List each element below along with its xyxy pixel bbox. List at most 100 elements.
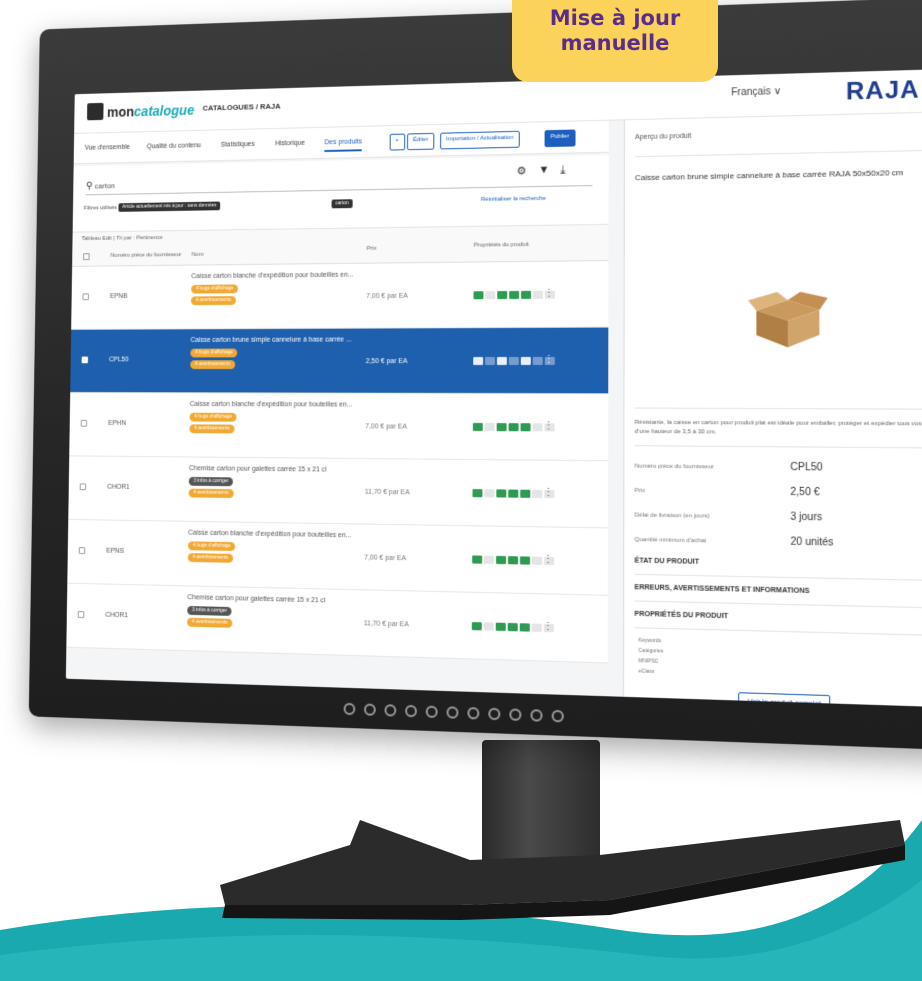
row-warning-pill[interactable]: 4 avertissements <box>190 360 236 370</box>
tab-content-quality[interactable]: Qualité du contenu <box>147 142 201 150</box>
row-title[interactable]: Caisse carton brune simple cannelure à b… <box>191 336 381 344</box>
quality-segment <box>532 423 543 432</box>
preview-header: Aperçu du produit <box>634 132 692 142</box>
bezel-button[interactable] <box>488 707 501 721</box>
row-title[interactable]: Chemise carton pour galettes carrée 15 x… <box>187 594 378 605</box>
row-checkbox[interactable] <box>77 611 85 619</box>
app-screen: moncatalogue CATALOGUES / RAJA Français … <box>65 67 922 709</box>
divider <box>634 600 922 610</box>
divider <box>634 627 922 638</box>
row-checkbox[interactable] <box>82 293 89 301</box>
row-checkbox[interactable] <box>80 419 88 427</box>
property-row: Keywords <box>638 637 662 645</box>
divider <box>634 407 922 410</box>
publish-button[interactable]: Publier <box>544 129 576 148</box>
bezel-button[interactable] <box>467 706 480 720</box>
row-warning-pill[interactable]: 4 avertissements <box>189 424 235 434</box>
row-menu-icon[interactable]: ⋮ <box>543 487 553 498</box>
row-warning-pill[interactable]: 4 bugs d'affichage <box>190 348 238 358</box>
brand-logo: RAJA <box>845 75 920 106</box>
bezel-button[interactable] <box>363 703 376 716</box>
row-checkbox[interactable] <box>81 356 89 364</box>
spec-value: CPL50 <box>790 461 823 474</box>
row-title[interactable]: Caisse carton blanche d'expédition pour … <box>191 271 381 280</box>
app-logo[interactable]: moncatalogue <box>86 100 194 121</box>
row-warning-pill[interactable]: 4 avertissements <box>187 617 233 628</box>
row-menu-icon[interactable]: ⋮ <box>544 354 554 365</box>
row-menu-icon[interactable]: ⋮ <box>544 288 554 299</box>
breadcrumb: CATALOGUES / RAJA <box>202 101 281 113</box>
view-full-product-button[interactable]: Voir le produit complet <box>738 692 831 709</box>
property-row: eClass <box>638 668 655 676</box>
row-title[interactable]: Caisse carton blanche d'expédition pour … <box>188 530 379 540</box>
table-row[interactable]: EPNS Caisse carton blanche d'expédition p… <box>67 519 608 596</box>
building-icon <box>86 102 104 121</box>
bezel-button[interactable] <box>509 708 522 722</box>
search-input[interactable]: ⚲ carton <box>86 180 115 192</box>
table-header: Tableau Edit | Tri par : Pertinence Numé… <box>72 224 609 267</box>
row-checkbox[interactable] <box>79 483 87 491</box>
table-row[interactable]: EPHN Caisse carton blanche d'expédition p… <box>69 392 609 462</box>
bezel-button[interactable] <box>530 709 543 722</box>
bezel-button[interactable] <box>425 705 438 719</box>
quality-segment <box>484 555 495 564</box>
row-warning-pill[interactable]: 4 avertissements <box>188 488 234 498</box>
row-menu-icon[interactable]: ⋮ <box>544 420 554 431</box>
row-menu-icon[interactable]: ⋮ <box>543 554 553 565</box>
row-warning-pill[interactable]: 4 bugs d'affichage <box>189 412 237 422</box>
row-title[interactable]: Chemise carton pour galettes carrée 15 x… <box>189 465 380 474</box>
bezel-button[interactable] <box>446 706 459 719</box>
filter-chip-status[interactable]: Article actuellement mis à jour : sans d… <box>118 201 221 212</box>
section-product-status[interactable]: ÉTAT DU PRODUIT <box>634 557 699 565</box>
tab-overview[interactable]: Vue d'ensemble <box>85 144 130 152</box>
bezel-button[interactable] <box>384 704 397 717</box>
table-row[interactable]: CHOR1 Chemise carton pour galettes carrée… <box>66 583 608 664</box>
row-menu-icon[interactable]: ⋮ <box>543 621 553 632</box>
tab-products[interactable]: Des produits <box>324 138 363 153</box>
divider <box>634 148 922 158</box>
row-quality-bars <box>473 290 556 300</box>
bezel-button[interactable] <box>551 709 564 723</box>
filter-chip-query[interactable]: carton <box>331 199 353 209</box>
row-checkbox[interactable] <box>78 547 86 555</box>
section-product-properties[interactable]: PROPRIÉTÉS DU PRODUIT <box>634 611 728 620</box>
reset-search-link[interactable]: Réinitialiser la recherche <box>481 196 546 203</box>
quality-segment <box>508 489 519 498</box>
row-warning-pill[interactable]: 4 avertissements <box>190 296 236 306</box>
col-price-header[interactable]: Prix <box>367 246 377 252</box>
table-row[interactable]: EPNB Caisse carton blanche d'expédition p… <box>71 261 609 330</box>
table-row[interactable]: CHOR1 Chemise carton pour galettes carrée… <box>68 456 609 529</box>
table-sort-label[interactable]: Tableau Edit | Tri par : Pertinence <box>82 235 163 242</box>
quality-segment <box>532 556 543 565</box>
col-name-header[interactable]: Nom <box>192 252 204 258</box>
bezel-button[interactable] <box>343 702 356 716</box>
table-row[interactable]: CPL50 Caisse carton brune simple cannelur… <box>70 327 609 395</box>
row-warning-pill[interactable]: 4 bugs d'affichage <box>191 284 239 294</box>
row-title[interactable]: Caisse carton blanche d'expédition pour … <box>190 401 380 409</box>
language-selector[interactable]: Français ∨ <box>731 86 781 99</box>
quality-segment <box>532 356 543 365</box>
row-warning-pill[interactable]: 3 infos à corriger <box>188 476 234 487</box>
tab-statistics[interactable]: Statistiques <box>221 141 255 149</box>
download-icon[interactable]: ⤓ <box>560 164 565 177</box>
row-warning-pill[interactable]: 3 infos à corriger <box>187 605 232 616</box>
row-quality-bars <box>472 555 555 566</box>
edit-button[interactable]: Éditer <box>407 132 435 151</box>
import-button[interactable]: Importation / Actualisation <box>440 130 520 150</box>
row-warning-pill[interactable]: 4 bugs d'affichage <box>187 541 236 552</box>
settings-icon[interactable]: ⚙ <box>517 164 527 177</box>
bezel-button[interactable] <box>405 704 417 718</box>
add-button[interactable]: + <box>389 133 405 151</box>
property-row: Catégories <box>638 647 664 655</box>
row-warning-pill[interactable]: 4 avertissements <box>187 553 233 563</box>
select-all-checkbox[interactable] <box>83 253 90 261</box>
divider <box>634 445 922 449</box>
filter-icon[interactable]: ▼ <box>538 164 549 176</box>
tab-history[interactable]: Historique <box>275 140 305 147</box>
row-price: 7,00 € par EA <box>364 554 407 563</box>
row-ref: CHOR1 <box>107 483 130 491</box>
section-errors-warnings[interactable]: ERREURS, AVERTISSEMENTS ET INFORMATIONS <box>634 584 809 595</box>
manual-update-callout: Mise à jour manuelle <box>512 0 718 82</box>
row-ref: CHOR1 <box>105 611 129 620</box>
col-ref-header[interactable]: Numéro pièce du fournisseur <box>110 252 181 259</box>
